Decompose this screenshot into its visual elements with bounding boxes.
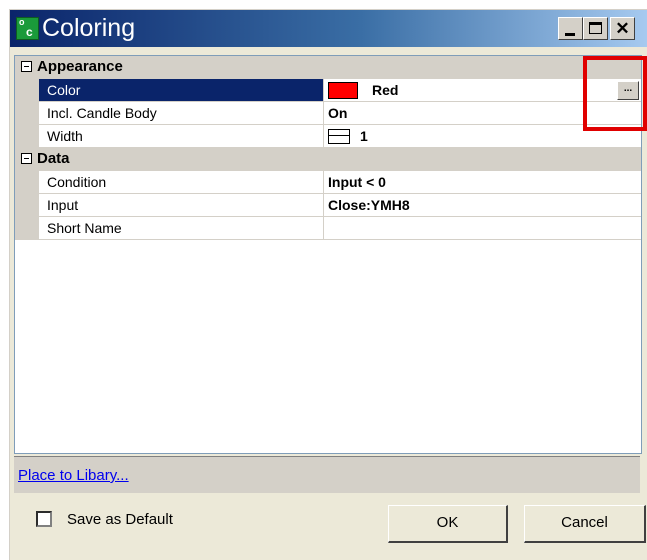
property-name[interactable]: Condition bbox=[39, 171, 324, 194]
property-row-input[interactable]: Input Close:YMH8 bbox=[15, 194, 641, 217]
row-gutter bbox=[15, 217, 39, 240]
row-gutter bbox=[15, 171, 39, 194]
property-name[interactable]: Incl. Candle Body bbox=[39, 102, 324, 125]
cancel-button[interactable]: Cancel bbox=[524, 505, 646, 543]
property-row-condition[interactable]: Condition Input < 0 bbox=[15, 171, 641, 194]
category-data[interactable]: Data bbox=[15, 148, 641, 171]
category-appearance[interactable]: Appearance bbox=[15, 56, 641, 79]
row-gutter bbox=[15, 125, 39, 148]
minimize-button[interactable] bbox=[558, 17, 583, 40]
category-label: Data bbox=[37, 150, 70, 167]
close-icon: ✕ bbox=[615, 19, 630, 38]
title-bar[interactable]: oc Coloring ✕ bbox=[10, 10, 647, 47]
property-row-candle-body[interactable]: Incl. Candle Body On bbox=[15, 102, 641, 125]
property-value[interactable]: Input < 0 bbox=[324, 171, 641, 194]
property-row-short-name[interactable]: Short Name bbox=[15, 217, 641, 240]
property-row-width[interactable]: Width 1 bbox=[15, 125, 641, 148]
close-button[interactable]: ✕ bbox=[610, 17, 635, 40]
width-value-text: 1 bbox=[360, 128, 368, 144]
property-value[interactable]: Close:YMH8 bbox=[324, 194, 641, 217]
maximize-icon bbox=[589, 22, 602, 34]
minimize-icon bbox=[565, 33, 575, 36]
property-grid[interactable]: Appearance Color Red ... Incl. Candle Bo… bbox=[14, 55, 642, 454]
property-name[interactable]: Input bbox=[39, 194, 324, 217]
place-to-library-link[interactable]: Place to Libary... bbox=[18, 467, 129, 484]
category-label: Appearance bbox=[37, 58, 123, 75]
row-gutter bbox=[15, 194, 39, 217]
line-width-icon bbox=[328, 128, 350, 144]
color-value-text: Red bbox=[372, 82, 399, 98]
save-as-default-checkbox[interactable] bbox=[36, 511, 52, 527]
property-row-color[interactable]: Color Red ... bbox=[15, 79, 641, 102]
row-gutter bbox=[15, 102, 39, 125]
property-name[interactable]: Width bbox=[39, 125, 324, 148]
collapse-icon[interactable] bbox=[21, 61, 32, 72]
property-name[interactable]: Color bbox=[39, 79, 324, 102]
collapse-icon[interactable] bbox=[21, 153, 32, 164]
property-name[interactable]: Short Name bbox=[39, 217, 324, 240]
app-icon: oc bbox=[16, 17, 39, 40]
dialog-window: oc Coloring ✕ Appearance Color Red ... I… bbox=[9, 9, 647, 560]
color-swatch bbox=[328, 81, 358, 99]
link-bar: Place to Libary... bbox=[14, 456, 640, 493]
property-value[interactable] bbox=[324, 217, 641, 240]
window-title: Coloring bbox=[42, 14, 136, 42]
maximize-button[interactable] bbox=[583, 17, 608, 40]
annotation-highlight-box bbox=[583, 56, 647, 131]
row-gutter bbox=[15, 79, 39, 102]
save-as-default-label[interactable]: Save as Default bbox=[67, 511, 173, 528]
ok-button[interactable]: OK bbox=[388, 505, 508, 543]
